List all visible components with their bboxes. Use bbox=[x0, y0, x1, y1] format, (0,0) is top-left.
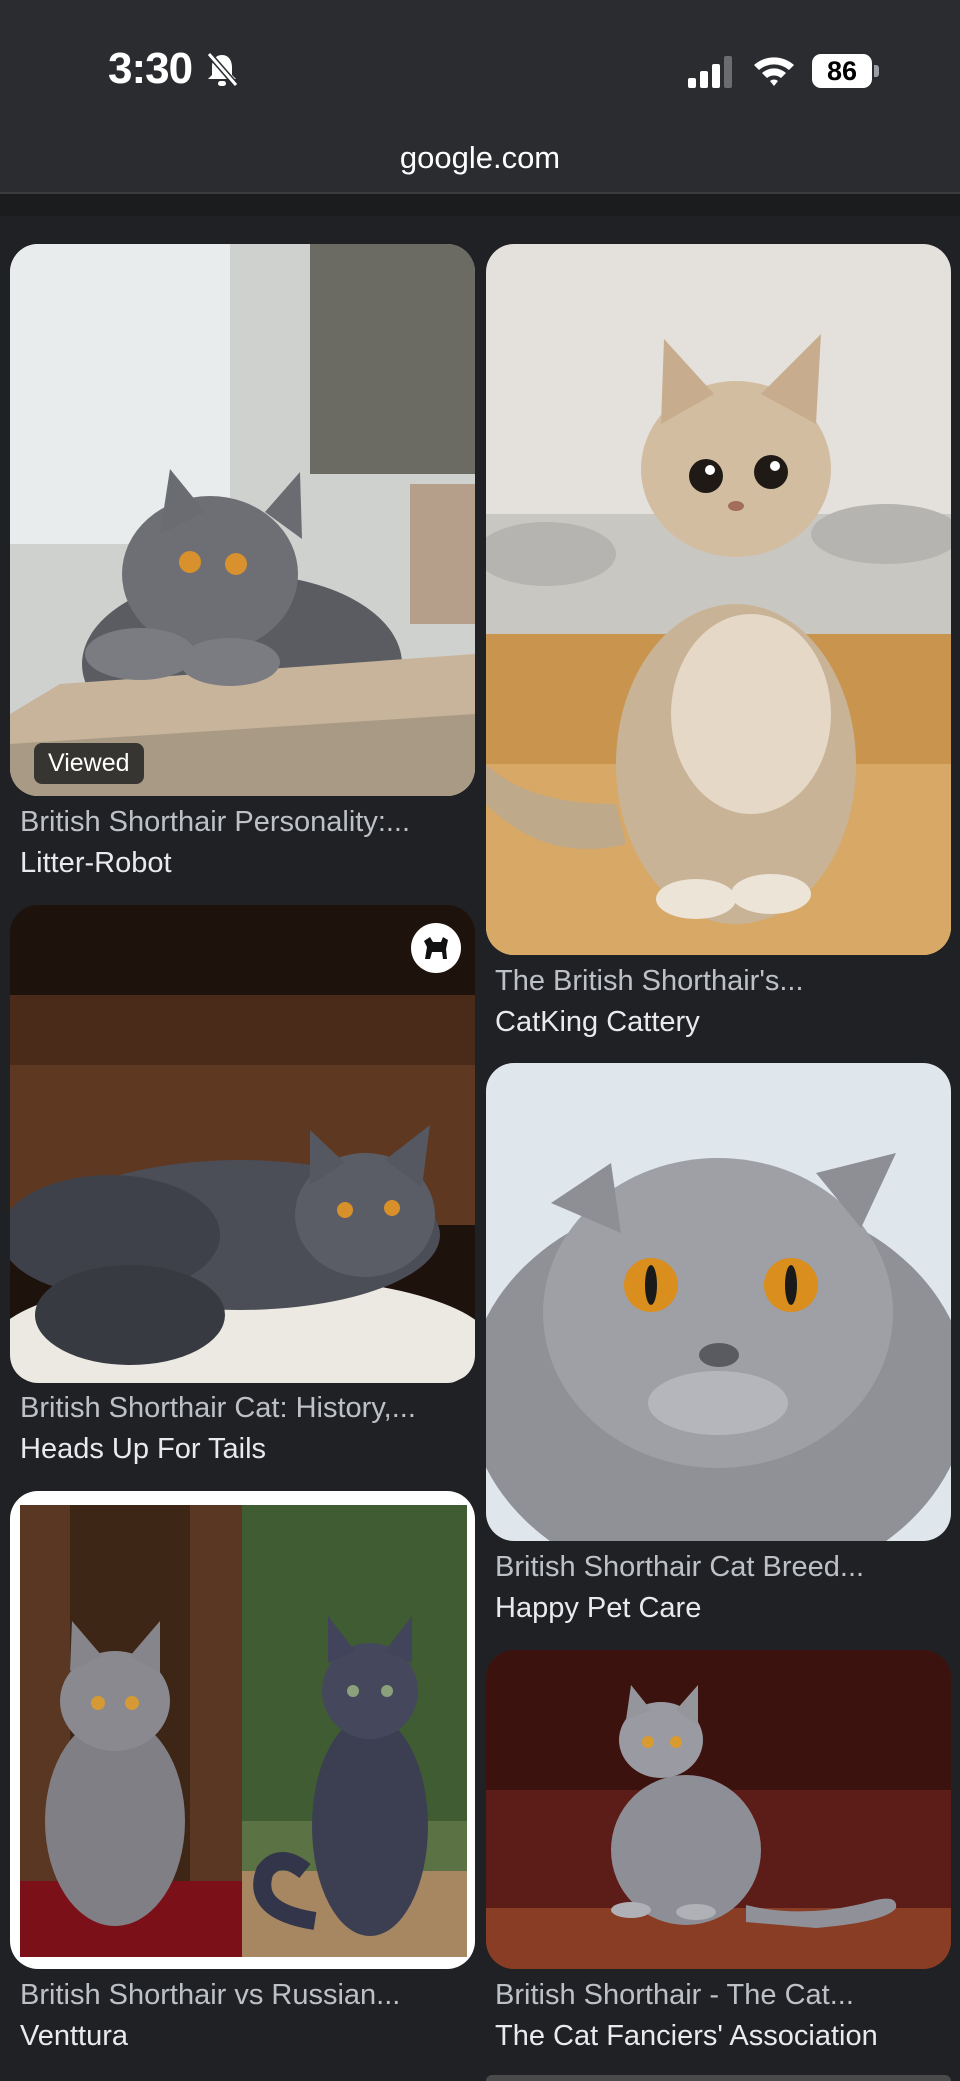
result-source-6[interactable]: The Cat Fanciers' Association bbox=[495, 2020, 878, 2053]
address-bar-url[interactable]: google.com bbox=[0, 140, 960, 176]
bell-slash-icon bbox=[205, 52, 239, 88]
result-image-5[interactable] bbox=[10, 1491, 475, 1969]
dog-icon bbox=[411, 923, 461, 973]
result-title-5[interactable]: British Shorthair vs Russian... bbox=[20, 1979, 400, 2012]
result-image-7-partial[interactable] bbox=[486, 2075, 951, 2081]
result-title-3[interactable]: British Shorthair Cat: History,... bbox=[20, 1392, 416, 1425]
result-image-3[interactable] bbox=[10, 905, 475, 1383]
result-title-4[interactable]: British Shorthair Cat Breed... bbox=[495, 1551, 864, 1584]
viewed-badge: Viewed bbox=[34, 743, 144, 784]
result-image-4[interactable] bbox=[486, 1063, 951, 1541]
result-source-2[interactable]: CatKing Cattery bbox=[495, 1006, 700, 1039]
battery-level: 86 bbox=[812, 54, 872, 88]
result-title-2[interactable]: The British Shorthair's... bbox=[495, 965, 804, 998]
browser-header: 3:30 86 google.com bbox=[0, 0, 960, 192]
result-source-3[interactable]: Heads Up For Tails bbox=[20, 1433, 266, 1466]
result-source-5[interactable]: Venttura bbox=[20, 2020, 128, 2053]
status-time: 3:30 bbox=[108, 44, 193, 93]
result-title-6[interactable]: British Shorthair - The Cat... bbox=[495, 1979, 854, 2012]
result-title-1[interactable]: British Shorthair Personality:... bbox=[20, 806, 410, 839]
result-image-2[interactable] bbox=[486, 244, 951, 955]
result-image-6[interactable] bbox=[486, 1650, 951, 1969]
result-source-4[interactable]: Happy Pet Care bbox=[495, 1592, 701, 1625]
header-divider bbox=[0, 192, 960, 216]
cellular-signal-icon bbox=[688, 56, 734, 88]
wifi-icon bbox=[752, 54, 796, 88]
result-source-1[interactable]: Litter-Robot bbox=[20, 847, 172, 880]
battery-icon: 86 bbox=[812, 54, 880, 88]
result-image-1[interactable]: Viewed bbox=[10, 244, 475, 796]
